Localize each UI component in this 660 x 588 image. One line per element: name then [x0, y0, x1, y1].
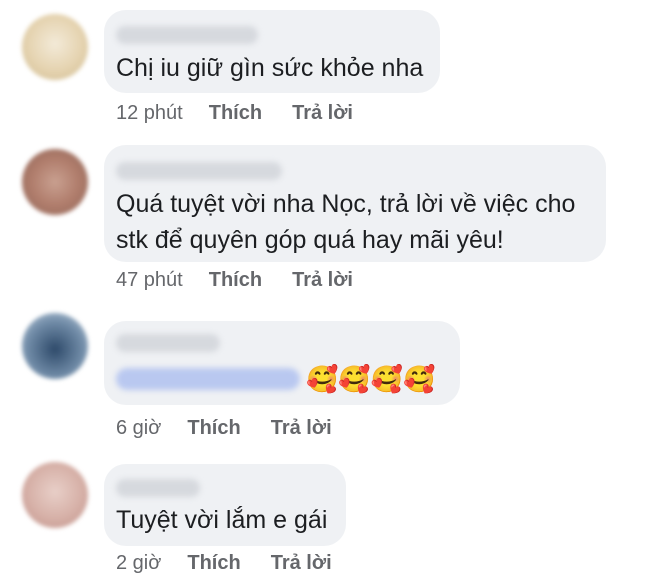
reply-button[interactable]: Trả lời [292, 102, 353, 125]
reply-button[interactable]: Trả lời [271, 552, 332, 575]
like-button[interactable]: Thích [209, 102, 262, 125]
like-button[interactable]: Thích [187, 417, 240, 440]
commenter-name[interactable] [116, 334, 220, 352]
comment-text-line-1: Quá tuyệt vời nha Nọc, trả lời về việc c… [116, 190, 576, 218]
emoji-reactions: 🥰🥰🥰🥰 [306, 364, 436, 394]
comment-actions: 6 giờ Thích Trả lời [116, 417, 332, 440]
like-button[interactable]: Thích [187, 552, 240, 575]
comment-actions: 2 giờ Thích Trả lời [116, 552, 332, 575]
reply-button[interactable]: Trả lời [271, 417, 332, 440]
avatar[interactable] [22, 462, 88, 528]
comment-time[interactable]: 6 giờ [116, 417, 161, 440]
avatar[interactable] [22, 14, 88, 80]
commenter-name[interactable] [116, 26, 258, 44]
like-button[interactable]: Thích [209, 269, 262, 292]
comment-actions: 47 phút Thích Trả lời [116, 269, 353, 292]
mentioned-user-tag[interactable] [116, 368, 300, 390]
comment-time[interactable]: 2 giờ [116, 552, 161, 575]
reply-button[interactable]: Trả lời [292, 269, 353, 292]
comment-time[interactable]: 47 phút [116, 269, 183, 292]
comment-time[interactable]: 12 phút [116, 102, 183, 125]
comment-text-line-2: stk để quyên góp quá hay mãi yêu! [116, 226, 504, 254]
comment-text: Chị iu giữ gìn sức khỏe nha [116, 54, 424, 82]
comment-text: Tuyệt vời lắm e gái [116, 506, 328, 534]
commenter-name[interactable] [116, 479, 200, 497]
commenter-name[interactable] [116, 162, 282, 180]
comment-actions: 12 phút Thích Trả lời [116, 102, 353, 125]
avatar[interactable] [22, 313, 88, 379]
avatar[interactable] [22, 149, 88, 215]
